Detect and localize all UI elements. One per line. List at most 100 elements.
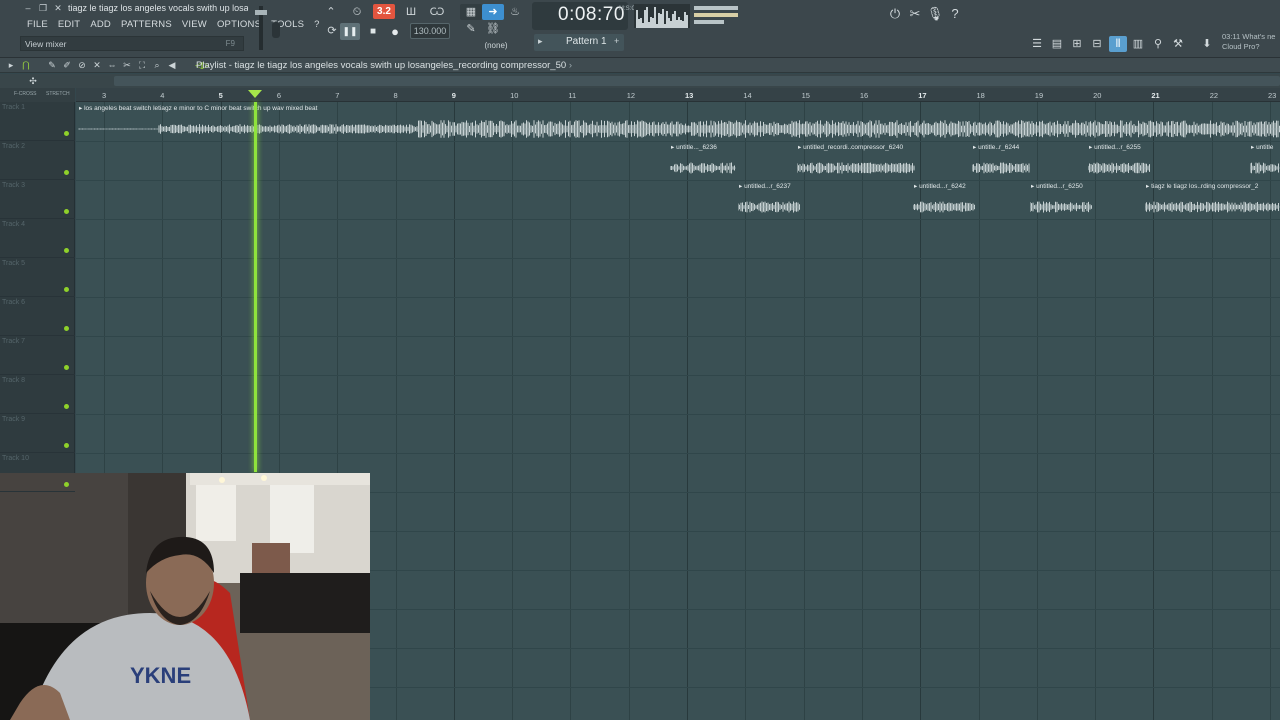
playlist-menu-icon[interactable]: ▸ [4,59,18,71]
audio-clip[interactable]: ▸ untitle..r_6244 [971,143,1030,182]
track-header[interactable]: Track 4 [0,219,75,258]
pattern-song-indicator[interactable]: 3.2 [373,4,395,19]
track-enable-led[interactable] [64,170,69,175]
track-header[interactable]: Track 9 [0,414,75,453]
track-header[interactable]: Track 3 [0,180,75,219]
clip-label[interactable]: ▸ untitled...r_6250 [1030,182,1083,190]
bar-number[interactable]: 22 [1210,91,1218,100]
track-enable-led[interactable] [64,365,69,370]
slice-tool-icon[interactable]: ✂ [120,59,134,71]
pattern-name[interactable]: Pattern 1 [566,36,607,47]
song-time[interactable]: 0:08:70 [558,4,625,26]
play-button[interactable]: ❚❚ [340,23,360,40]
audio-clip[interactable]: ▸ untitle [1249,143,1280,182]
track-enable-led[interactable] [64,287,69,292]
mixer-icon[interactable]: ⫴ [1109,36,1127,52]
bar-number[interactable]: 15 [802,91,810,100]
menu-view[interactable]: VIEW [177,18,212,31]
snap-to-grid-icon[interactable]: ➜ [482,4,504,20]
clip-label[interactable]: ▸ los angeles beat switch letiagz e mino… [78,104,317,112]
track-name[interactable]: Track 1 [2,104,25,111]
clip-label[interactable]: ▸ untitled...r_6255 [1088,143,1141,151]
menu-edit[interactable]: EDIT [53,18,85,31]
track-enable-led[interactable] [64,326,69,331]
plugin-database-icon[interactable]: ▥ [1129,36,1147,52]
clip-label[interactable]: ▸ untitled...r_6237 [738,182,791,190]
delete-tool-icon[interactable]: ⊘ [75,59,89,71]
snap-selector[interactable]: (none) [480,39,512,52]
browser-icon[interactable]: ⊟ [1088,36,1106,52]
clip-label[interactable]: ▸ untitled...r_6242 [913,182,966,190]
master-pitch-knob[interactable] [272,22,280,38]
track-header[interactable]: Track 10 [0,453,75,492]
help-icon[interactable]: ? [946,5,964,23]
stretch-label[interactable]: STRETCH [46,91,70,97]
track-enable-led[interactable] [64,443,69,448]
playhead[interactable] [254,102,257,472]
crossfade-label[interactable]: F-CROSS [14,91,37,97]
playlist-overview-scroll[interactable] [114,76,1280,86]
pattern-prev-icon[interactable]: ▸ [538,36,543,47]
bar-number[interactable]: 9 [452,91,456,100]
bar-number[interactable]: 14 [743,91,751,100]
bar-number[interactable]: 12 [627,91,635,100]
track-enable-led[interactable] [64,404,69,409]
oscilloscope[interactable] [634,4,690,28]
track-enable-led[interactable] [64,209,69,214]
link-icon[interactable]: ⛓ [482,21,504,37]
step-edit-icon[interactable]: Ш [400,4,422,20]
audio-clip[interactable]: ▸ tiagz le tiagz los..rding compressor_2 [1144,182,1280,221]
bar-number[interactable]: 6 [277,91,281,100]
touch-keyboard-icon[interactable]: ⚒ [1169,36,1187,52]
track-name[interactable]: Track 2 [2,143,25,150]
tools-icon[interactable]: ✂ [906,5,924,23]
menu-options[interactable]: OPTIONS [212,18,266,31]
close-icon[interactable]: ✕ [52,3,64,14]
plugin-picker-icon[interactable]: ⚲ [1149,36,1167,52]
bar-number[interactable]: 5 [219,91,223,100]
track-name[interactable]: Track 7 [2,338,25,345]
bar-number[interactable]: 21 [1151,91,1159,100]
paint-tool-icon[interactable]: ✐ [60,59,74,71]
track-header[interactable]: Track 6 [0,297,75,336]
playhead-marker[interactable] [248,90,262,98]
stop-button[interactable]: ■ [364,23,382,40]
track-name[interactable]: Track 3 [2,182,25,189]
audio-clip[interactable]: ▸ untitled...r_6242 [912,182,975,221]
slip-tool-icon[interactable]: ⇔ [105,59,119,71]
bar-number[interactable]: 13 [685,91,693,100]
loop-record-icon[interactable]: Ѡ [426,4,448,20]
pattern-add-icon[interactable]: + [614,36,619,46]
audio-clip[interactable]: ▸ los angeles beat switch letiagz e mino… [77,104,1280,143]
recording-mode-icon[interactable]: ⏲ [346,4,368,20]
typing-keyboard-icon[interactable]: ▦ [460,4,482,20]
track-name[interactable]: Track 8 [2,377,25,384]
track-name[interactable]: Track 9 [2,416,25,423]
track-enable-led[interactable] [64,131,69,136]
mute-tool-icon[interactable]: ✕ [90,59,104,71]
microphone-icon[interactable]: 🎙 [926,5,944,23]
piano-roll-icon[interactable]: ⊞ [1068,36,1086,52]
clip-label[interactable]: ▸ untitle..._6236 [670,143,717,151]
bar-number[interactable]: 3 [102,91,106,100]
menu-patterns[interactable]: PATTERNS [116,18,177,31]
clip-label[interactable]: ▸ tiagz le tiagz los..rding compressor_2 [1145,182,1258,190]
maximize-icon[interactable]: ❐ [37,3,49,14]
clip-label[interactable]: ▸ untitle..r_6244 [972,143,1019,151]
bar-number[interactable]: 8 [394,91,398,100]
bar-number[interactable]: 7 [335,91,339,100]
bar-number[interactable]: 20 [1093,91,1101,100]
record-button[interactable]: ● [386,23,404,40]
audio-clip[interactable]: ▸ untitled...r_6255 [1087,143,1150,182]
bar-number[interactable]: 10 [510,91,518,100]
clip-label[interactable]: ▸ untitled_recordi..compressor_6240 [797,143,903,151]
bar-number[interactable]: 23 [1268,91,1276,100]
zoom-tool-icon[interactable]: ⌕ [150,59,164,71]
audio-clip[interactable]: ▸ untitled_recordi..compressor_6240 [796,143,915,182]
tempo-display[interactable]: 130.000 [410,23,450,39]
clip-label[interactable]: ▸ untitle [1250,143,1273,151]
menu-file[interactable]: FILE [22,18,53,31]
download-icon[interactable]: ⬇ [1198,36,1216,52]
audio-clip[interactable]: ▸ untitled...r_6237 [737,182,800,221]
bar-number[interactable]: 18 [977,91,985,100]
